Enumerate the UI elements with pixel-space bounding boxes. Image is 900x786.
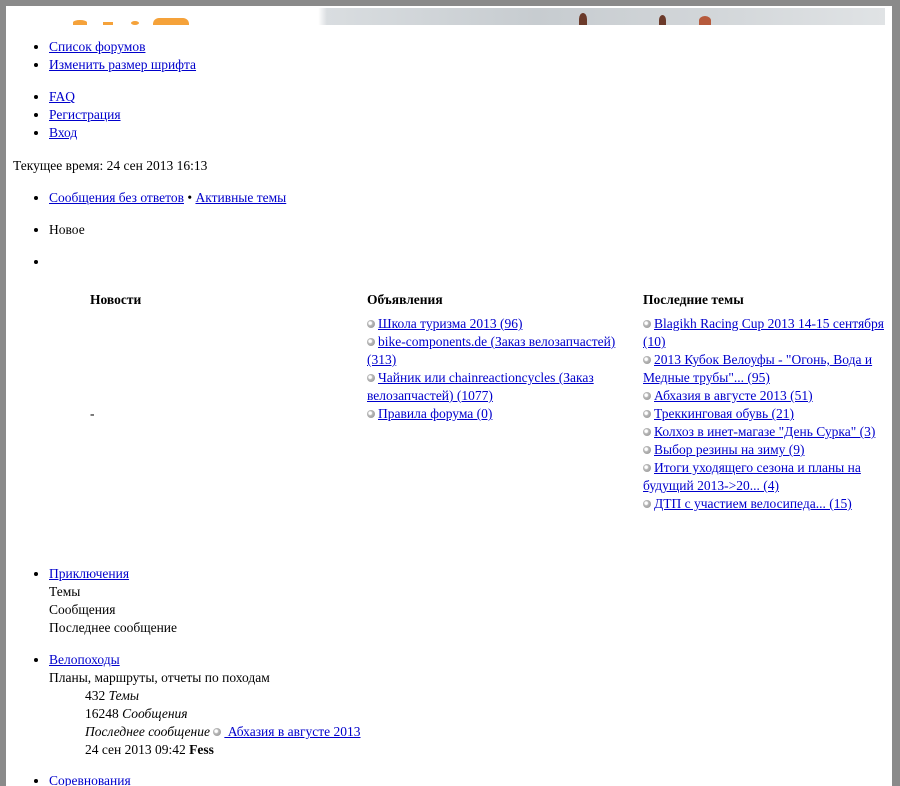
recent-topic-item: Абхазия в августе 2013 (51) [643, 387, 891, 405]
recent-topic-link[interactable]: Абхазия в августе 2013 (51) [654, 388, 813, 403]
nav-item: Вход [49, 124, 121, 142]
nav-item: Изменить размер шрифта [49, 56, 196, 74]
posts-label: Сообщения [49, 602, 116, 617]
recent-topic-item: 2013 Кубок Велоуфы - "Огонь, Вода и Медн… [643, 351, 891, 387]
topic-bullet-icon [643, 409, 651, 418]
recent-topics-title: Последние темы [643, 292, 744, 307]
separator: • [187, 190, 193, 205]
announcement-link[interactable]: Чайник или chainreactioncycles (Заказ ве… [367, 370, 594, 403]
posts-label: Сообщения [122, 706, 188, 721]
announcements-list: Школа туризма 2013 (96) bike-components.… [367, 315, 632, 423]
announcement-link[interactable]: Правила форума (0) [378, 406, 492, 421]
forum-item: Велопоходы Планы, маршруты, отчеты по по… [49, 651, 361, 759]
topics-count: 432 [85, 688, 106, 703]
announcement-item: Чайник или chainreactioncycles (Заказ ве… [367, 369, 632, 405]
announcement-item: bike-components.de (Заказ велозапчастей)… [367, 333, 632, 369]
new-label: Новое [49, 221, 85, 239]
topic-bullet-icon [367, 373, 375, 382]
recent-topic-link[interactable]: Выбор резины на зиму (9) [654, 442, 805, 457]
recent-topic-item: ДТП с участием велосипеда... (15) [643, 495, 891, 513]
empty-list [13, 253, 52, 271]
topics-label: Темы [49, 584, 81, 599]
topic-bullet-icon [643, 499, 651, 508]
announcements-title: Объявления [367, 292, 443, 307]
recent-topics-list: Blagikh Racing Cup 2013 14-15 сентября (… [643, 315, 891, 513]
topic-bullet-icon [643, 445, 651, 454]
last-post-meta: 24 сен 2013 09:42 Fess [85, 741, 361, 759]
forum-description: Планы, маршруты, отчеты по походам [49, 670, 270, 685]
topic-bullet-icon [213, 727, 222, 736]
last-post-label: Последнее сообщение [85, 724, 210, 739]
font-size-link[interactable]: Изменить размер шрифта [49, 57, 196, 72]
recent-topic-link[interactable]: 2013 Кубок Велоуфы - "Огонь, Вода и Медн… [643, 352, 872, 385]
topic-bullet-icon [367, 337, 375, 346]
recent-topic-item: Колхоз в инет-магазе "День Сурка" (3) [643, 423, 891, 441]
forum-link[interactable]: Велопоходы [49, 652, 120, 667]
forum-list: Велопоходы Планы, маршруты, отчеты по по… [13, 651, 361, 759]
topic-bullet-icon [643, 355, 651, 364]
topic-bullet-icon [367, 409, 375, 418]
page: Список форумов Изменить размер шрифта FA… [6, 6, 892, 786]
last-post-author: Fess [189, 742, 214, 757]
nav-item: Регистрация [49, 106, 121, 124]
forum-list: Соревнования [13, 772, 131, 786]
topics-stat: 432 Темы [85, 687, 361, 705]
news-placeholder: - [90, 406, 95, 421]
new-list: Новое [13, 221, 85, 239]
forum-link[interactable]: Соревнования [49, 773, 131, 786]
last-post: Последнее сообщение Абхазия в августе 20… [85, 723, 361, 741]
announcement-link[interactable]: bike-components.de (Заказ велозапчастей)… [367, 334, 615, 367]
announcement-link[interactable]: Школа туризма 2013 (96) [378, 316, 522, 331]
last-post-time: 24 сен 2013 09:42 [85, 742, 186, 757]
search-links-item: Сообщения без ответов • Активные темы [49, 189, 286, 207]
last-post-label: Последнее сообщение [49, 620, 178, 635]
current-time: Текущее время: 24 сен 2013 16:13 [13, 158, 208, 173]
nav-menu-secondary: FAQ Регистрация Вход [13, 88, 121, 142]
forum-item: Приключения Темы Сообщения Последнее соо… [49, 565, 177, 637]
forum-link[interactable]: Приключения [49, 566, 129, 581]
recent-topic-link[interactable]: Blagikh Racing Cup 2013 14-15 сентября (… [643, 316, 884, 349]
last-post-link[interactable]: Абхазия в августе 2013 [224, 724, 361, 739]
forum-item: Соревнования [49, 772, 131, 786]
announcement-item: Школа туризма 2013 (96) [367, 315, 632, 333]
recent-topic-link[interactable]: Треккинговая обувь (21) [654, 406, 794, 421]
empty-list-item [49, 253, 52, 271]
topic-bullet-icon [643, 319, 651, 328]
topics-label: Темы [108, 688, 140, 703]
active-topics-link[interactable]: Активные темы [195, 190, 286, 205]
recent-topic-link[interactable]: Колхоз в инет-магазе "День Сурка" (3) [654, 424, 875, 439]
topic-bullet-icon [643, 427, 651, 436]
posts-count: 16248 [85, 706, 119, 721]
nav-item: Список форумов [49, 38, 196, 56]
faq-link[interactable]: FAQ [49, 89, 75, 104]
recent-topic-link[interactable]: Итоги уходящего сезона и планы на будущи… [643, 460, 861, 493]
forum-list: Приключения Темы Сообщения Последнее соо… [13, 565, 177, 637]
unanswered-posts-link[interactable]: Сообщения без ответов [49, 190, 184, 205]
recent-topic-item: Итоги уходящего сезона и планы на будущи… [643, 459, 891, 495]
recent-topic-item: Треккинговая обувь (21) [643, 405, 891, 423]
topic-bullet-icon [643, 463, 651, 472]
topic-bullet-icon [643, 391, 651, 400]
topic-bullet-icon [367, 319, 375, 328]
news-title: Новости [90, 292, 142, 307]
nav-item: FAQ [49, 88, 121, 106]
recent-topic-item: Выбор резины на зиму (9) [643, 441, 891, 459]
posts-stat: 16248 Сообщения [85, 705, 361, 723]
recent-topic-item: Blagikh Racing Cup 2013 14-15 сентября (… [643, 315, 891, 351]
login-link[interactable]: Вход [49, 125, 77, 140]
forum-index-link[interactable]: Список форумов [49, 39, 145, 54]
nav-menu-primary: Список форумов Изменить размер шрифта [13, 38, 196, 74]
header-banner [13, 8, 885, 25]
register-link[interactable]: Регистрация [49, 107, 121, 122]
announcement-item: Правила форума (0) [367, 405, 632, 423]
search-links: Сообщения без ответов • Активные темы [13, 189, 286, 207]
recent-topic-link[interactable]: ДТП с участием велосипеда... (15) [654, 496, 852, 511]
